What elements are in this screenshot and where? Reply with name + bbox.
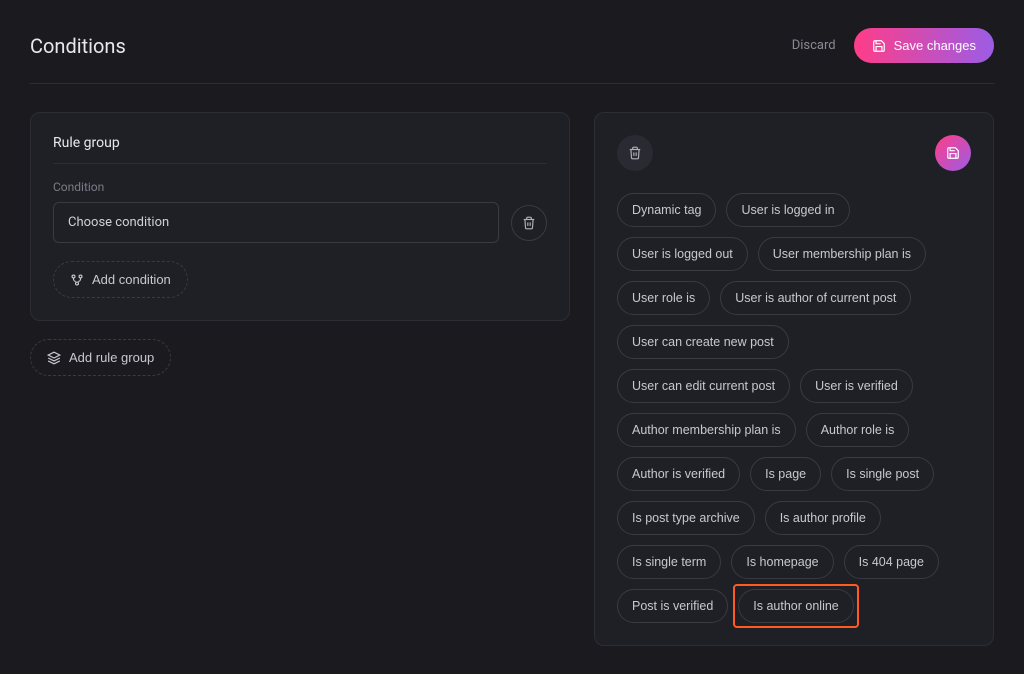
condition-option[interactable]: User is logged out (617, 237, 748, 271)
add-condition-button[interactable]: Add condition (53, 261, 188, 298)
save-icon (946, 146, 960, 160)
condition-tag-cloud: Dynamic tag User is logged in User is logg… (617, 193, 971, 623)
condition-option[interactable]: Is author profile (765, 501, 881, 535)
rule-group-panel: Rule group Condition Choose condition (30, 112, 570, 321)
save-button-label: Save changes (894, 38, 976, 53)
condition-option[interactable]: Dynamic tag (617, 193, 716, 227)
add-rule-group-button[interactable]: Add rule group (30, 339, 171, 376)
condition-select[interactable]: Choose condition (53, 202, 499, 243)
header-actions: Discard Save changes (792, 28, 994, 63)
condition-option[interactable]: User role is (617, 281, 710, 315)
condition-option[interactable]: User membership plan is (758, 237, 926, 271)
trash-icon (628, 146, 642, 160)
condition-option[interactable]: User can create new post (617, 325, 789, 359)
condition-option[interactable]: Is single term (617, 545, 721, 579)
condition-option[interactable]: Is author online (738, 589, 853, 623)
condition-option[interactable]: Is page (750, 457, 821, 491)
condition-option[interactable]: Author membership plan is (617, 413, 796, 447)
delete-condition-button[interactable] (511, 205, 547, 241)
condition-option[interactable]: Is post type archive (617, 501, 755, 535)
condition-option[interactable]: User is author of current post (720, 281, 911, 315)
condition-option[interactable]: Is 404 page (844, 545, 939, 579)
condition-option[interactable]: Is homepage (731, 545, 833, 579)
condition-label: Condition (53, 180, 547, 194)
condition-option[interactable]: User is verified (800, 369, 913, 403)
layers-icon (47, 351, 61, 365)
condition-option[interactable]: User is logged in (726, 193, 849, 227)
condition-option[interactable]: Author is verified (617, 457, 740, 491)
delete-panel-button[interactable] (617, 135, 653, 171)
condition-option[interactable]: Post is verified (617, 589, 728, 623)
add-condition-label: Add condition (92, 272, 171, 287)
discard-button[interactable]: Discard (792, 38, 836, 53)
condition-options-panel: Dynamic tag User is logged in User is logg… (594, 112, 994, 646)
rule-group-title: Rule group (53, 135, 547, 164)
save-changes-button[interactable]: Save changes (854, 28, 994, 63)
condition-option[interactable]: Author role is (806, 413, 910, 447)
branch-icon (70, 273, 84, 287)
page-title: Conditions (30, 34, 126, 58)
condition-option[interactable]: User can edit current post (617, 369, 790, 403)
add-rule-group-label: Add rule group (69, 350, 154, 365)
trash-icon (522, 216, 536, 230)
condition-option[interactable]: Is single post (831, 457, 934, 491)
page-header: Conditions Discard Save changes (30, 28, 994, 84)
save-panel-button[interactable] (935, 135, 971, 171)
save-icon (872, 39, 886, 53)
